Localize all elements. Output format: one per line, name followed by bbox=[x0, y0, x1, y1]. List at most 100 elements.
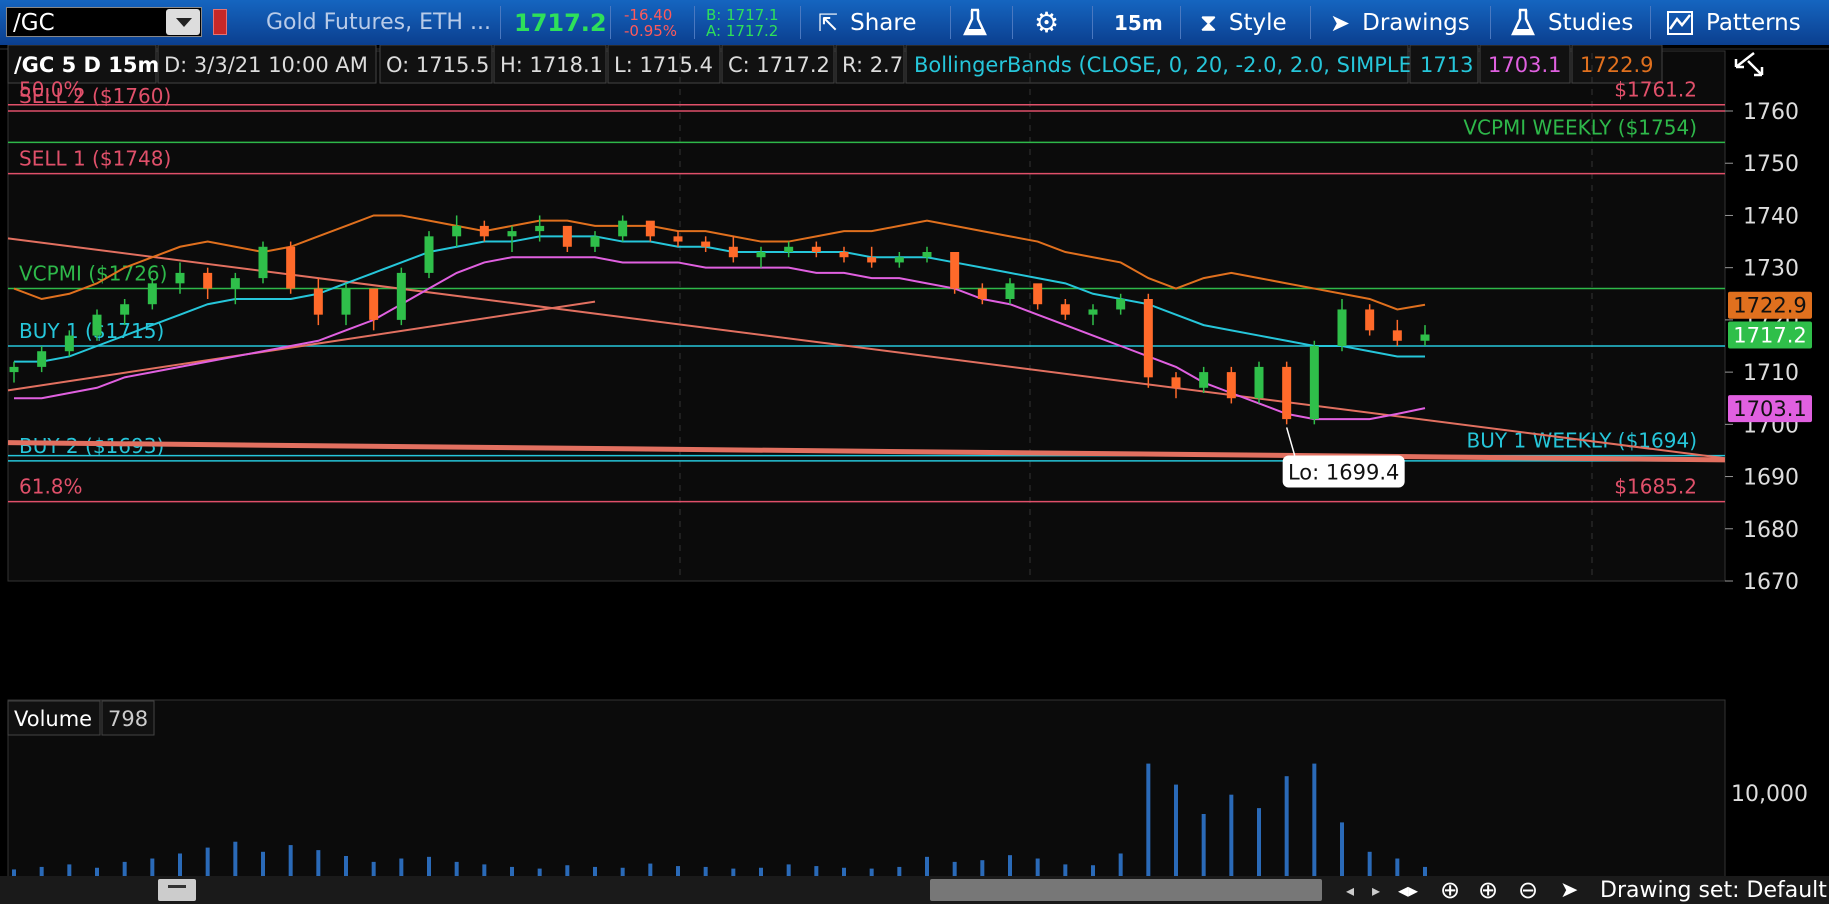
volume-bar bbox=[593, 866, 597, 876]
candle-body bbox=[258, 246, 268, 279]
volume-bar bbox=[814, 866, 819, 876]
scroll-right-icon[interactable]: ▸ bbox=[1372, 876, 1380, 904]
volume-bar bbox=[952, 861, 957, 876]
price-tag-label: 1722.9 bbox=[1733, 294, 1806, 318]
interval-label: 15m bbox=[1114, 10, 1163, 35]
volume-bar bbox=[1284, 776, 1289, 876]
candle-body bbox=[203, 272, 213, 289]
candle-body bbox=[562, 225, 572, 247]
expand-icon[interactable]: ◂▸ bbox=[1398, 876, 1418, 904]
volume-bar bbox=[786, 864, 791, 876]
alert-flag-icon[interactable] bbox=[213, 9, 227, 35]
scroll-handle-button[interactable] bbox=[158, 876, 196, 904]
price-tag-label: 1717.2 bbox=[1733, 324, 1806, 348]
volume-bar bbox=[454, 861, 459, 876]
candle bbox=[286, 241, 296, 294]
chart-area[interactable]: /GC 5 D 15m D: 3/3/21 10:00 AM O: 1715.5… bbox=[0, 45, 1829, 876]
candle-body bbox=[1143, 299, 1153, 378]
candle-body bbox=[701, 241, 711, 247]
volume-bar bbox=[1395, 858, 1400, 876]
net-change-block: -16.40 -0.95% bbox=[624, 0, 677, 45]
volume-bar bbox=[427, 856, 431, 876]
candle-body bbox=[1420, 334, 1430, 341]
share-button[interactable]: ⇱ Share bbox=[818, 0, 916, 45]
settings-button[interactable]: ⚙ bbox=[1034, 0, 1059, 45]
candle-body bbox=[37, 351, 47, 367]
candle bbox=[1226, 366, 1236, 404]
volume-bar bbox=[288, 845, 293, 876]
flask-button[interactable] bbox=[962, 0, 988, 45]
candle-body bbox=[1033, 283, 1043, 305]
studies-button[interactable]: Studies bbox=[1510, 0, 1633, 45]
drawings-button[interactable]: ➤ Drawings bbox=[1330, 0, 1470, 45]
volume-bar bbox=[731, 868, 736, 876]
symbol-dropdown-button[interactable] bbox=[166, 9, 200, 35]
volume-bar bbox=[759, 867, 763, 876]
candle-body bbox=[1171, 377, 1181, 388]
volume-bar bbox=[1257, 808, 1261, 876]
drawing-set-label[interactable]: Drawing set: Default bbox=[1600, 876, 1827, 904]
candle-body bbox=[1088, 309, 1098, 315]
volume-bar bbox=[925, 856, 929, 876]
volume-bar bbox=[1091, 865, 1095, 876]
candle-body bbox=[811, 246, 821, 252]
volume-bar bbox=[344, 856, 348, 876]
candle-body bbox=[1199, 372, 1209, 388]
bar-close: C: 1717.2 bbox=[728, 53, 830, 77]
drawings-label: Drawings bbox=[1362, 9, 1470, 36]
candle-body bbox=[645, 220, 655, 237]
gear-icon: ⚙ bbox=[1034, 6, 1060, 39]
candle-body bbox=[396, 272, 406, 320]
zoom-in-icon[interactable]: ⊕ bbox=[1478, 876, 1498, 904]
volume-bar bbox=[316, 850, 321, 876]
studies-flask-icon bbox=[1511, 8, 1535, 35]
candle-body bbox=[120, 304, 130, 315]
volume-bar bbox=[95, 867, 99, 876]
horizontal-scrollbar[interactable] bbox=[930, 876, 1322, 904]
candle-body bbox=[9, 366, 19, 373]
volume-bar bbox=[1423, 866, 1427, 876]
scroll-left-icon[interactable]: ◂ bbox=[1346, 876, 1354, 904]
y-tick-label: 1750 bbox=[1743, 152, 1799, 177]
candle-body bbox=[922, 252, 932, 258]
volume-bar bbox=[399, 858, 404, 876]
share-icon: ⇱ bbox=[818, 8, 839, 37]
candle-body bbox=[1337, 309, 1347, 346]
patterns-button[interactable]: Patterns bbox=[1666, 0, 1801, 45]
candle-body bbox=[950, 252, 960, 289]
volume-bar bbox=[1118, 853, 1123, 876]
style-button[interactable]: ⧗ Style bbox=[1200, 0, 1287, 45]
last-price: 1717.2 bbox=[514, 8, 607, 37]
volume-bar bbox=[67, 864, 72, 876]
bid-price: B: 1717.1 bbox=[706, 5, 779, 24]
volume-bar bbox=[1035, 858, 1040, 876]
level-label: 61.8% bbox=[19, 475, 83, 499]
candle-body bbox=[1365, 309, 1375, 331]
y-tick-label: 1690 bbox=[1743, 466, 1799, 491]
crosshair-icon[interactable]: ⊕ bbox=[1440, 876, 1460, 904]
volume-bar bbox=[842, 867, 846, 876]
pointer-icon[interactable]: ➤ bbox=[1560, 876, 1578, 904]
volume-bar bbox=[648, 863, 653, 876]
interval-button[interactable]: 15m bbox=[1114, 0, 1163, 45]
ask-price: A: 1717.2 bbox=[706, 21, 779, 40]
volume-bar bbox=[1340, 822, 1344, 876]
candle-body bbox=[756, 252, 766, 258]
volume-bar bbox=[371, 861, 376, 876]
zoom-out-icon[interactable]: ⊖ bbox=[1518, 876, 1538, 904]
volume-bar bbox=[510, 866, 514, 876]
volume-bar bbox=[869, 868, 874, 876]
bar-range: R: 2.7 bbox=[842, 53, 903, 77]
patterns-icon bbox=[1667, 10, 1693, 35]
volume-bar bbox=[150, 858, 155, 876]
volume-bar bbox=[676, 866, 680, 876]
patterns-label: Patterns bbox=[1706, 9, 1801, 36]
candle-body bbox=[1060, 304, 1070, 315]
top-toolbar: /GC Gold Futures, ETH ... 1717.2 -16.40 … bbox=[0, 0, 1829, 45]
volume-bar bbox=[537, 868, 542, 876]
volume-bar bbox=[205, 847, 210, 876]
candle-body bbox=[175, 272, 185, 284]
flask-icon bbox=[963, 8, 987, 35]
bb-upper-value: 1722.9 bbox=[1580, 53, 1653, 77]
candle-style-icon: ⧗ bbox=[1200, 8, 1217, 37]
